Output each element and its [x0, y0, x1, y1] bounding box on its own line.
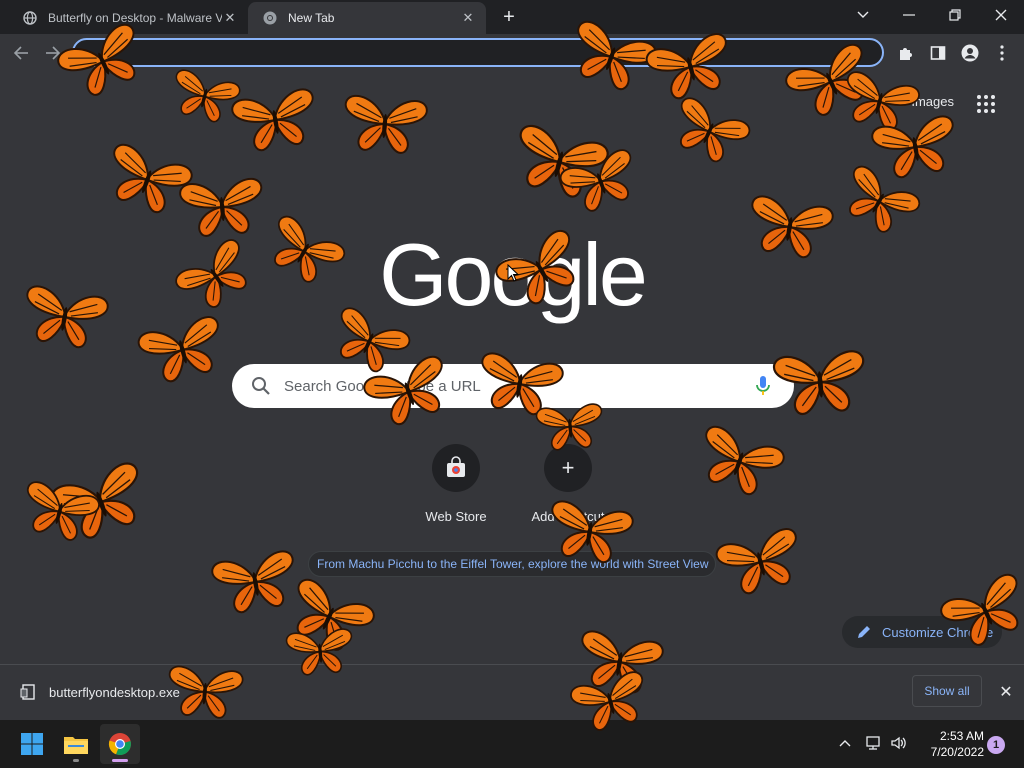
extensions-icon[interactable]	[894, 41, 918, 65]
tab-title: New Tab	[288, 11, 335, 25]
customize-label: Customize Chrome	[882, 624, 994, 640]
notification-badge[interactable]: 1	[987, 736, 1005, 754]
download-filename[interactable]: butterflyondesktop.exe	[49, 685, 180, 700]
web-store-icon	[432, 444, 480, 492]
shortcut-label: Add shortcut	[531, 509, 605, 524]
download-shelf: butterflyondesktop.exe Show all ✕	[0, 664, 1024, 720]
plus-icon: +	[544, 444, 592, 492]
search-box[interactable]: Search Google or type a URL	[232, 364, 794, 408]
promo-link[interactable]: From Machu Picchu to the Eiffel Tower, e…	[308, 551, 716, 577]
images-link[interactable]: Images	[911, 94, 954, 109]
file-explorer-icon[interactable]	[56, 724, 96, 764]
new-tab-button[interactable]: +	[498, 6, 520, 28]
tab-close-icon[interactable]: ✕	[222, 10, 238, 26]
volume-icon[interactable]	[888, 732, 910, 754]
search-placeholder: Search Google or type a URL	[284, 377, 481, 395]
microphone-icon[interactable]	[754, 375, 772, 397]
address-bar[interactable]	[72, 38, 884, 67]
forward-icon[interactable]	[40, 40, 66, 66]
side-panel-icon[interactable]	[926, 41, 950, 65]
network-icon[interactable]	[862, 732, 884, 754]
tab-close-icon[interactable]: ✕	[460, 10, 476, 26]
windows-start-icon[interactable]	[12, 724, 52, 764]
system-clock[interactable]: 2:53 AM 7/20/2022	[914, 728, 984, 760]
globe-icon	[22, 10, 38, 26]
clock-date: 7/20/2022	[930, 745, 984, 759]
tab-new-tab[interactable]: New Tab ✕	[248, 2, 486, 34]
customize-chrome-button[interactable]: Customize Chrome	[842, 616, 1002, 648]
minimize-icon[interactable]	[886, 0, 932, 30]
menu-icon[interactable]	[990, 41, 1014, 65]
show-all-button[interactable]: Show all	[912, 675, 982, 707]
shortcut-web-store[interactable]: Web Store	[400, 444, 512, 524]
clock-time: 2:53 AM	[939, 729, 984, 743]
taskbar: 2:53 AM 7/20/2022 1	[0, 720, 1024, 768]
close-icon[interactable]: ✕	[996, 683, 1016, 703]
chrome-taskbar-icon[interactable]	[100, 724, 140, 764]
shortcut-add[interactable]: + Add shortcut	[512, 444, 624, 524]
installer-file-icon	[20, 684, 35, 700]
restore-icon[interactable]	[932, 0, 978, 30]
chevron-up-icon[interactable]	[834, 732, 856, 754]
toolbar	[0, 34, 1024, 72]
new-tab-page: Images Google Search Google or type a UR…	[0, 72, 1024, 664]
tab-butterfly-on-desktop[interactable]: Butterfly on Desktop - Malware V ✕	[8, 2, 248, 34]
back-icon[interactable]	[8, 40, 34, 66]
mouse-cursor-icon	[507, 264, 519, 282]
tab-strip: Butterfly on Desktop - Malware V ✕ New T…	[0, 0, 1024, 34]
tab-title: Butterfly on Desktop - Malware V	[48, 11, 222, 25]
chrome-icon	[262, 10, 278, 26]
close-icon[interactable]	[978, 0, 1024, 30]
tab-search-icon[interactable]	[840, 0, 886, 30]
search-icon	[252, 377, 270, 395]
apps-grid-icon[interactable]	[974, 92, 998, 116]
profile-icon[interactable]	[958, 41, 982, 65]
shortcut-label: Web Store	[425, 509, 487, 524]
pencil-icon	[858, 626, 870, 638]
